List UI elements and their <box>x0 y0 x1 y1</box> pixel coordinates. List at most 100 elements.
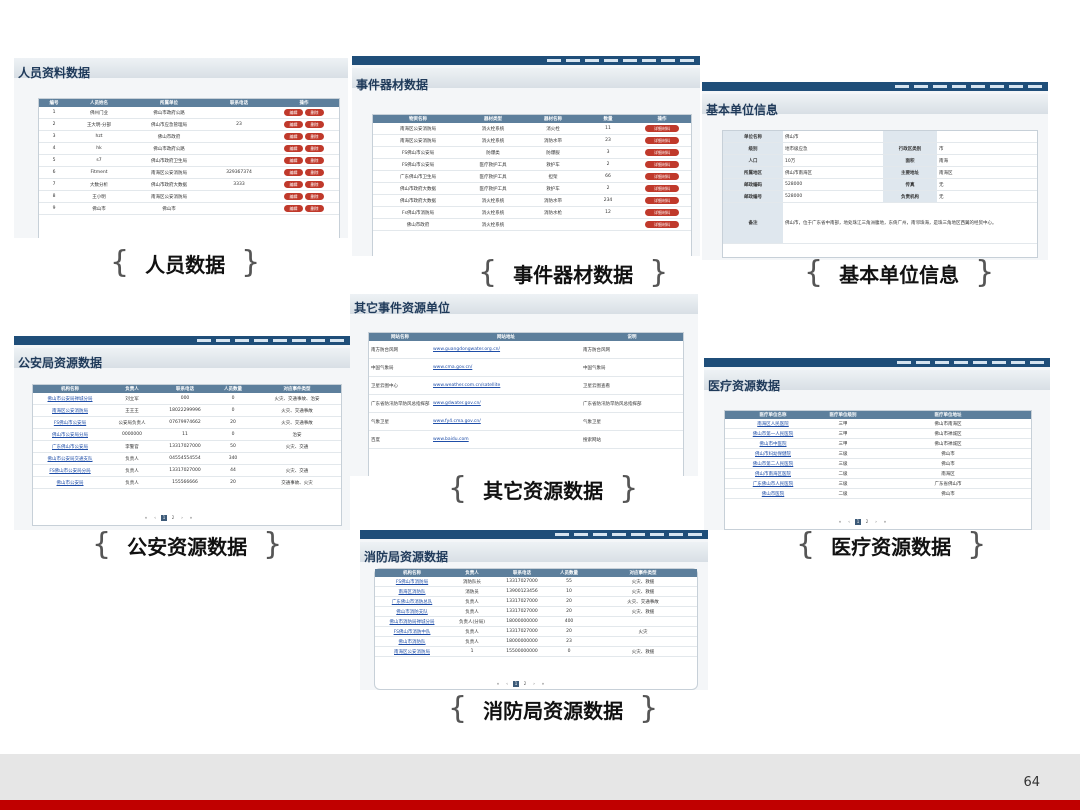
pager-button[interactable]: » <box>188 515 194 521</box>
row-link[interactable]: FS佛山市公安局 <box>33 416 107 429</box>
row-link[interactable]: 佛山市第二人民医院 <box>725 458 821 469</box>
pager-button[interactable]: › <box>531 681 537 687</box>
pager-button[interactable]: › <box>873 519 879 525</box>
pager-button[interactable]: ‹ <box>504 681 510 687</box>
pager-button[interactable]: « <box>837 519 843 525</box>
table-cell: 担架 <box>523 170 583 183</box>
table-cell: 消防水带 <box>523 194 583 207</box>
column-header: 物资名称 <box>373 115 463 123</box>
row-link[interactable]: 广东佛山市公安局 <box>33 440 107 453</box>
row-link[interactable]: 南海区公安消防局 <box>375 646 449 657</box>
detail-button[interactable]: 详细材料 <box>645 209 679 216</box>
detail-button[interactable]: 详细材料 <box>645 161 679 168</box>
edit-button[interactable]: 编辑 <box>284 205 303 212</box>
pager-button[interactable]: › <box>179 515 185 521</box>
delete-button[interactable]: 删除 <box>305 121 324 128</box>
field-label: 级别 <box>723 142 783 155</box>
other-table: 网站名称 网站地址 说明 南方防台风网 www.guangdongwater.org.… <box>369 333 683 449</box>
edit-button[interactable]: 编辑 <box>284 181 303 188</box>
detail-button[interactable]: 详细材料 <box>645 149 679 156</box>
row-link[interactable]: www.guangdongwater.org.cn/ <box>431 341 581 359</box>
delete-button[interactable]: 删除 <box>305 145 324 152</box>
row-link[interactable]: www.weather.com.cn/satellite <box>431 376 581 395</box>
row-link[interactable]: 佛山市第一人民医院 <box>725 428 821 439</box>
table-cell: 火灾、救援 <box>589 586 697 597</box>
delete-button[interactable]: 删除 <box>305 181 324 188</box>
row-link[interactable]: 佛山市公安局交通支队 <box>33 452 107 465</box>
delete-button[interactable]: 删除 <box>305 133 324 140</box>
row-actions: 详细材料 <box>633 170 691 183</box>
row-link[interactable]: 佛山市南海区医院 <box>725 468 821 479</box>
detail-button[interactable]: 详细材料 <box>645 137 679 144</box>
table-cell: 王王王 <box>107 404 157 417</box>
row-link[interactable]: 佛山市公安局 <box>33 476 107 489</box>
row-link[interactable]: 南海区公安消防局 <box>33 404 107 417</box>
pager-button[interactable]: » <box>882 519 888 525</box>
delete-button[interactable]: 删除 <box>305 157 324 164</box>
row-link[interactable]: 佛山市消防支队 <box>375 606 449 617</box>
table-cell: 佛山市禅城区 <box>865 438 1031 449</box>
row-link[interactable]: 广东佛山市消防总队 <box>375 596 449 607</box>
edit-button[interactable]: 编辑 <box>284 145 303 152</box>
table-row: 卫星云图中心 www.weather.com.cn/satellite 卫星云图查看 <box>369 376 683 395</box>
row-link[interactable]: FS佛山市消防中队 <box>375 626 449 637</box>
row-link[interactable]: 佛山市医院 <box>725 488 821 499</box>
table-cell: Fitment <box>69 166 129 179</box>
column-header: 器材类型 <box>463 115 523 123</box>
edit-button[interactable]: 编辑 <box>284 133 303 140</box>
table-cell: 佛山市政府 <box>373 218 463 231</box>
delete-button[interactable]: 删除 <box>305 193 324 200</box>
edit-button[interactable]: 编辑 <box>284 157 303 164</box>
pager-button[interactable]: ‹ <box>846 519 852 525</box>
row-link[interactable]: FS佛山市公安局分局 <box>33 464 107 477</box>
table-row: 佛山市政府大数据 医疗救护工具 救护车 2 详细材料 <box>373 182 691 195</box>
pager-button[interactable]: » <box>540 681 546 687</box>
row-link[interactable]: 佛山市公安局禅城分局 <box>33 393 107 405</box>
other-screenshot: 其它事件资源单位 网站名称 网站地址 说明 南方防台风网 www.guangdongw… <box>350 294 698 476</box>
row-link[interactable]: 广东佛山市人民医院 <box>725 478 821 489</box>
pager-button[interactable]: 1 <box>513 681 519 687</box>
row-link[interactable]: www.fy4.cma.gov.cn/ <box>431 412 581 431</box>
edit-button[interactable]: 编辑 <box>284 121 303 128</box>
delete-button[interactable]: 删除 <box>305 205 324 212</box>
delete-button[interactable]: 删除 <box>305 109 324 116</box>
table-cell: 18000000000 <box>495 616 549 627</box>
pager-button[interactable]: 2 <box>864 519 870 525</box>
row-link[interactable]: 南海区消防队 <box>375 586 449 597</box>
row-link[interactable]: 南海区人民医院 <box>725 419 821 429</box>
edit-button[interactable]: 编辑 <box>284 109 303 116</box>
row-link[interactable]: 佛山市消防局禅城分局 <box>375 616 449 627</box>
row-link[interactable]: FS佛山市消防局 <box>375 577 449 587</box>
edit-button[interactable]: 编辑 <box>284 169 303 176</box>
other-caption: { 其它资源数据 } <box>448 471 639 506</box>
row-link[interactable]: www.cma.gov.cn/ <box>431 358 581 377</box>
detail-button[interactable]: 详细材料 <box>645 173 679 180</box>
pager-button[interactable]: 2 <box>522 681 528 687</box>
row-link[interactable]: www.baidu.com <box>431 430 581 449</box>
unit-form: 单位名称 佛山市 级别 地市级应急 行政区类别市人口 10万 面积 南海 所属地区 佛山市南海区主… <box>723 131 1037 244</box>
column-header: 对应事件类型 <box>589 569 697 577</box>
table-cell: 百度 <box>369 430 431 449</box>
pager-button[interactable]: « <box>143 515 149 521</box>
row-link[interactable]: 佛山市妇幼保健院 <box>725 448 821 459</box>
pager-button[interactable]: 1 <box>855 519 861 525</box>
detail-button[interactable]: 详细材料 <box>645 221 679 228</box>
table-cell: 佛山市 <box>69 202 129 215</box>
row-link[interactable]: 佛山市中医院 <box>725 438 821 449</box>
row-link[interactable]: 佛山市公安局分局 <box>33 428 107 441</box>
row-link[interactable]: 佛山市消防队 <box>375 636 449 647</box>
column-header: 人员数量 <box>213 385 253 393</box>
pager-button[interactable]: 2 <box>170 515 176 521</box>
delete-button[interactable]: 删除 <box>305 169 324 176</box>
pager-button[interactable]: 1 <box>161 515 167 521</box>
edit-button[interactable]: 编辑 <box>284 193 303 200</box>
detail-button[interactable]: 详细材料 <box>645 197 679 204</box>
detail-button[interactable]: 详细材料 <box>645 125 679 132</box>
pager-button[interactable]: « <box>495 681 501 687</box>
column-header: 负责人 <box>107 385 157 393</box>
pager-button[interactable]: ‹ <box>152 515 158 521</box>
row-link[interactable]: www.gdwater.gov.cn/ <box>431 394 581 413</box>
table-cell: 佛山市政府公路 <box>129 107 209 119</box>
table-cell <box>523 218 583 231</box>
detail-button[interactable]: 详细材料 <box>645 185 679 192</box>
